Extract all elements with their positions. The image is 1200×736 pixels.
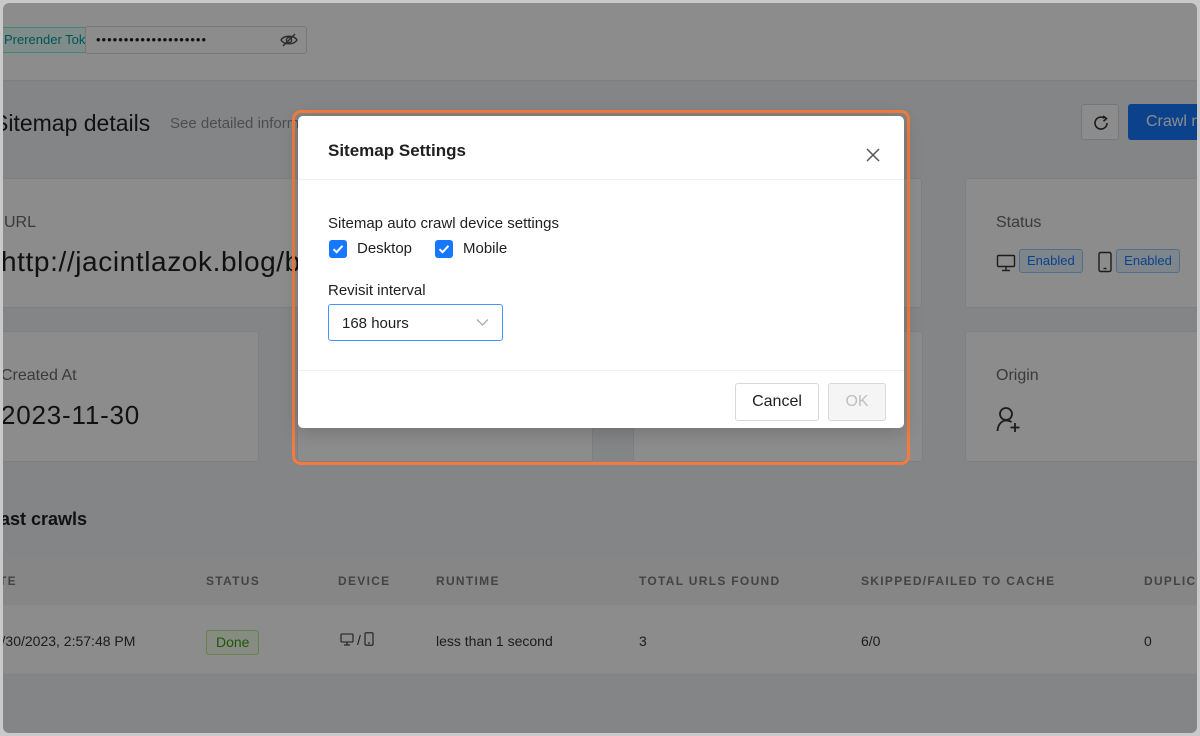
modal-title: Sitemap Settings (328, 141, 466, 160)
modal-footer: Cancel OK (298, 370, 904, 428)
sitemap-settings-modal: Sitemap Settings Sitemap auto crawl devi… (298, 116, 904, 428)
app-window: Prerender Token •••••••••••••••••••• Sit… (3, 3, 1197, 733)
desktop-checkbox-label: Desktop (357, 240, 413, 257)
checkbox-checked-icon[interactable] (329, 240, 347, 258)
close-icon[interactable] (865, 147, 881, 163)
revisit-interval-select[interactable]: 168 hours (328, 304, 503, 341)
mobile-checkbox-label: Mobile (463, 240, 508, 257)
revisit-interval-label: Revisit interval (328, 282, 426, 299)
ok-button[interactable]: OK (828, 383, 886, 421)
device-settings-label: Sitemap auto crawl device settings (328, 215, 559, 232)
checkbox-checked-icon[interactable] (435, 240, 453, 258)
mobile-checkbox[interactable]: Mobile (435, 240, 520, 260)
cancel-button[interactable]: Cancel (735, 383, 819, 421)
modal-header: Sitemap Settings (298, 116, 904, 180)
chevron-down-icon (476, 319, 489, 326)
desktop-checkbox[interactable]: Desktop (329, 240, 424, 260)
revisit-interval-value: 168 hours (342, 315, 409, 332)
